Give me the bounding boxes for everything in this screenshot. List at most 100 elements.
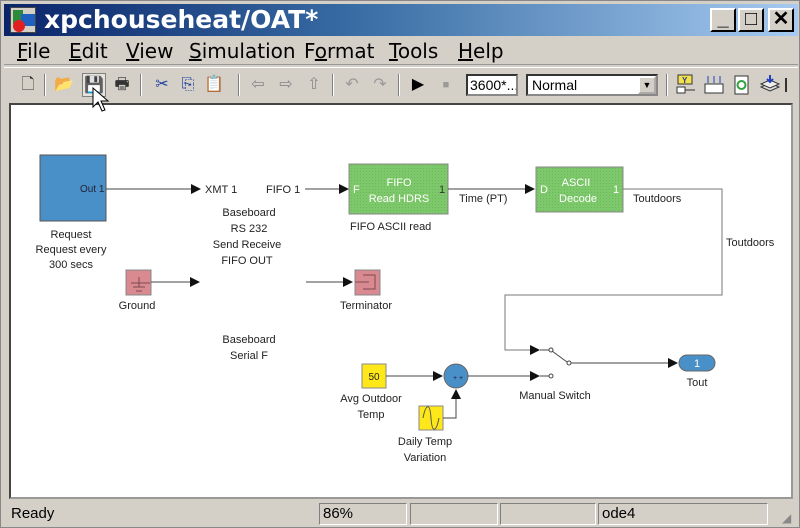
terminator-block-name: Terminator [340,300,392,312]
constant-name-line1: Avg Outdoor [340,393,402,405]
baseboard-rs232-block[interactable]: XMT 1 FIFO 1 Baseboard RS 232 Send Recei… [205,184,300,362]
copy-button[interactable]: ⎘ [176,73,200,97]
up-button[interactable]: ⇧ [302,73,326,97]
paste-icon: 📋 [204,76,224,93]
constant-block[interactable]: 50 Avg Outdoor Temp [340,363,402,421]
arrowhead-icon [668,358,678,368]
request-block-desc-line1: Request every [36,244,107,256]
cut-button[interactable]: ✂ [150,73,174,97]
fifo-read-block[interactable]: FIFO Read HDRS F 1 FIFO ASCII read [348,163,449,233]
baseboard-name-line2: Serial F [230,350,268,362]
fifo-read-line1: FIFO [386,177,411,189]
maximize-button[interactable]: □ [738,8,764,32]
menu-view[interactable]: View [126,39,173,63]
resize-grip-icon[interactable]: ◢ [782,511,796,525]
build-icon: Y [676,74,695,94]
menu-simulation-label: imulation [201,39,296,63]
fifo-read-block-name: FIFO ASCII read [350,221,431,233]
baseboard-xmt-port-label: XMT 1 [205,184,237,196]
menu-bar: File Edit View Simulation Format Tools H… [4,37,798,65]
status-solver: ode4 [598,503,768,525]
menu-simulation[interactable]: Simulation [189,39,296,63]
play-icon: ▶ [411,76,425,93]
menu-tools[interactable]: Tools [389,39,438,63]
stop-time-input[interactable]: 3600*... [466,74,518,96]
redo-icon: ↷ [373,76,387,93]
status-bar: Ready 86% ode4 ◢ [4,501,798,527]
sine-name-line2: Variation [404,452,447,464]
paste-button[interactable]: 📋 [202,73,226,97]
print-button[interactable]: 🖶 [110,73,134,97]
minimize-button[interactable]: _ [710,8,736,32]
switch-lever[interactable] [551,350,568,363]
outport-tout-block[interactable]: 1 Tout [678,354,716,389]
baseboard-line4: FIFO OUT [221,255,273,267]
ground-block[interactable]: Ground [119,269,156,312]
new-model-button[interactable]: 🗋 [16,73,40,97]
ascii-decode-block[interactable]: ASCII Decode D 1 [535,166,624,213]
toolbar: 🗋 📂 💾 🖶 ✂ ⎘ 📋 ⇦ ⇨ ⇧ ↶ ↷ ▶ ■ 3600*... Nor… [4,67,798,103]
outport-name: Tout [687,377,708,389]
menu-format-prefix: F [304,39,315,63]
redo-button[interactable]: ↷ [368,73,392,97]
request-out-port-label: Out 1 [80,184,105,195]
request-block-name: Request [51,229,92,241]
arrowhead-icon [530,345,540,355]
signal-label-toutdoors-1: Toutdoors [633,193,682,205]
sine-wave-block[interactable]: Daily Temp Variation [398,405,452,464]
menu-file[interactable]: File [17,39,50,63]
menu-edit[interactable]: Edit [69,39,108,63]
menu-view-label: iew [139,39,174,63]
arrowhead-icon [451,389,461,399]
simulation-mode-select[interactable]: Normal ▼ [526,74,658,96]
arrow-left-icon: ⇦ [251,76,265,93]
baseboard-name-line1: Baseboard [222,334,275,346]
manual-switch-block[interactable]: Manual Switch [519,347,591,402]
back-button[interactable]: ⇦ [246,73,270,97]
menu-simulation-mnemonic: S [189,39,202,63]
menu-format[interactable]: Format [304,39,375,63]
run-button[interactable]: ▶ [406,73,430,97]
model-canvas[interactable]: Out 1 Request Request every 300 secs XMT… [9,103,793,499]
dropdown-arrow-icon[interactable]: ▼ [638,76,656,94]
menu-file-label: ile [27,39,51,63]
signal-line-sine-to-sum[interactable] [443,398,457,419]
baseboard-line3: Send Receive [213,239,282,251]
block-diagram[interactable]: Out 1 Request Request every 300 secs XMT… [11,105,791,497]
menu-format-mnemonic: o [314,39,328,63]
forward-button[interactable]: ⇨ [274,73,298,97]
build-button[interactable]: Y [674,73,698,97]
toolbar-overflow[interactable] [782,73,790,97]
toolbar-separator [238,74,240,96]
refresh-button[interactable] [730,73,754,97]
simulation-mode-value: Normal [532,77,578,93]
open-folder-icon: 📂 [54,76,74,93]
arrowhead-icon [525,184,535,194]
fifo-read-in-port: F [353,184,360,196]
signal-label-toutdoors-2: Toutdoors [726,237,775,249]
toolbar-separator [140,74,142,96]
library-browser-button[interactable] [758,73,782,97]
undo-button[interactable]: ↶ [340,73,364,97]
arrowhead-icon [191,184,201,194]
simulink-window: xpchouseheat/OAT* _ □ ✕ File Edit View S… [0,0,800,528]
constant-value: 50 [368,372,380,383]
arrowhead-icon [530,371,540,381]
switch-contact-2 [548,373,554,379]
menu-help[interactable]: Help [458,39,504,63]
close-button[interactable]: ✕ [768,8,794,32]
open-button[interactable]: 📂 [52,73,76,97]
model-explorer-button[interactable] [702,73,726,97]
fifo-read-block-body[interactable] [348,163,449,215]
ascii-decode-block-body[interactable] [535,166,624,213]
scissors-icon: ✂ [155,76,169,93]
terminator-block[interactable]: Terminator [340,269,392,312]
arrow-right-icon: ⇨ [279,76,293,93]
fifo-read-out-port: 1 [439,184,445,196]
stop-button[interactable]: ■ [434,73,458,97]
sum-block[interactable]: + + [443,363,469,389]
signal-line-toutdoors[interactable] [504,188,723,351]
request-block[interactable]: Out 1 Request Request every 300 secs [36,154,107,271]
title-bar[interactable]: xpchouseheat/OAT* _ □ ✕ [4,4,798,36]
overflow-icon [785,78,787,92]
